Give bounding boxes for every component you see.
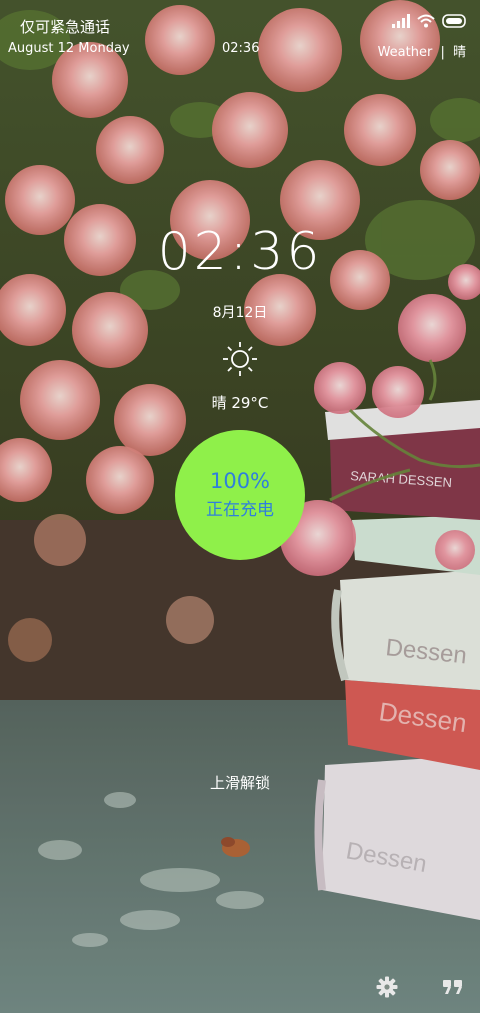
lock-screen[interactable]: SARAH DESSEN Dessen Dessen Dessen 仅可紧急通话…	[0, 0, 480, 1013]
status-bar: 仅可紧急通话 August 12 Monday 02:36 Weather | …	[0, 0, 480, 62]
sun-icon	[223, 342, 257, 376]
charging-status: 正在充电	[206, 500, 274, 520]
lock-date: 8月12日	[212, 305, 268, 321]
weather-condition: 晴	[452, 45, 466, 60]
weather-separator: |	[440, 45, 445, 60]
status-time: 02:36	[222, 41, 260, 56]
wifi-icon	[417, 14, 435, 28]
quote-icon[interactable]	[442, 978, 464, 996]
status-date: August 12 Monday	[8, 41, 130, 56]
weather-label: Weather	[377, 45, 433, 60]
gear-icon[interactable]	[376, 976, 398, 998]
signal-icon	[392, 14, 410, 28]
battery-icon	[442, 14, 466, 28]
swipe-unlock-hint[interactable]: 上滑解锁	[0, 772, 480, 793]
status-weather: Weather | 晴	[378, 41, 466, 60]
emergency-call-text[interactable]: 仅可紧急通话	[20, 16, 110, 37]
charging-indicator: 100% 正在充电	[175, 430, 305, 560]
battery-percent: 100%	[209, 469, 271, 493]
lock-clock: 02:36	[157, 222, 323, 282]
weather-temperature: 晴 29°C	[211, 394, 269, 412]
status-icons	[392, 14, 468, 28]
